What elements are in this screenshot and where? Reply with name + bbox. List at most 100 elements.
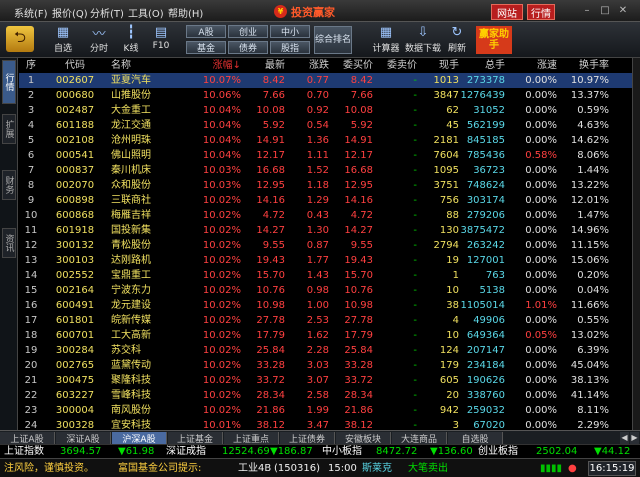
header-bid[interactable]: 委买价	[329, 58, 373, 73]
side-tab-quotes[interactable]: 行情	[2, 60, 16, 104]
vertical-scrollbar[interactable]	[632, 58, 640, 430]
market-fund[interactable]: 基金	[186, 41, 226, 54]
kline-button[interactable]: ┇ K线	[114, 24, 148, 56]
total-volume: 5138	[479, 285, 505, 296]
tab-right-icon[interactable]: ▶	[630, 432, 639, 444]
market-index-futures[interactable]: 股指	[270, 41, 310, 54]
sme-index-name[interactable]: 中小板指	[322, 446, 362, 458]
header-code[interactable]: 代码	[45, 58, 105, 73]
table-row[interactable]: 12 300132 青松股份 10.02% 9.55 0.87 9.55 - 2794 26324…	[19, 238, 632, 253]
side-tab-news[interactable]: 资讯	[2, 228, 16, 258]
intraday-button[interactable]: 〰 分时	[82, 24, 116, 56]
tab-watchlist[interactable]: 自选股	[448, 432, 503, 445]
header-current-volume[interactable]: 现手	[417, 58, 459, 73]
minimize-icon[interactable]: –	[580, 4, 594, 18]
table-row[interactable]: 2 000680 山推股份 10.06% 7.66 0.70 7.66 - 3847 127643…	[19, 88, 632, 103]
menu-help[interactable]: 帮助(H)	[168, 5, 203, 20]
market-sme[interactable]: 中小	[270, 25, 310, 38]
tab-dalian[interactable]: 大连商品	[392, 432, 447, 445]
back-icon[interactable]: ⮌	[6, 26, 34, 52]
header-total-volume[interactable]: 总手	[459, 58, 505, 73]
refresh-button[interactable]: ↻ 刷新	[440, 24, 474, 56]
tab-sz-a[interactable]: 深证A股	[56, 432, 111, 445]
close-icon[interactable]: ✕	[616, 4, 630, 18]
table-row[interactable]: 17 601801 皖新传媒 10.02% 27.78 2.53 27.78 - 4 49906 0…	[19, 313, 632, 328]
turnover-rate: 0.20%	[577, 270, 609, 281]
table-row[interactable]: 5 002108 沧州明珠 10.04% 14.91 1.36 14.91 - 2181 8451…	[19, 133, 632, 148]
f10-button[interactable]: ▤ F10	[144, 24, 178, 56]
header-ask[interactable]: 委卖价	[373, 58, 417, 73]
chinext-index-name[interactable]: 创业板指	[478, 446, 518, 458]
market-bond[interactable]: 债券	[228, 41, 268, 54]
sz-index-name[interactable]: 深证成指	[166, 446, 206, 458]
combined-ranking-button[interactable]: 综合排名	[314, 26, 352, 54]
price-change: 1.00	[306, 300, 329, 311]
menu-tools[interactable]: 工具(O)	[128, 5, 164, 20]
header-change[interactable]: 涨跌	[285, 58, 329, 73]
table-row[interactable]: 1 002607 亚夏汽车 10.07% 8.42 0.77 8.42 - 1013 273378…	[19, 73, 632, 88]
market-a-share[interactable]: A股	[186, 25, 226, 38]
table-row[interactable]: 18 600701 工大高新 10.02% 17.79 1.62 17.79 - 10 64936…	[19, 328, 632, 343]
header-index[interactable]: 序	[19, 58, 43, 73]
menu-analysis[interactable]: 分析(T)	[90, 5, 124, 20]
table-row[interactable]: 21 300475 聚隆科技 10.02% 33.72 3.07 33.72 - 605 1906…	[19, 373, 632, 388]
calculator-button[interactable]: ▦ 计算器	[366, 24, 406, 56]
table-row[interactable]: 6 000541 佛山照明 10.04% 12.17 1.11 12.17 - 7604 7854…	[19, 148, 632, 163]
ask-price: -	[413, 150, 417, 161]
download-button[interactable]: ⇩ 数据下载	[402, 24, 444, 56]
table-row[interactable]: 7 000837 秦川机床 10.03% 16.68 1.52 16.68 - 1095 3672…	[19, 163, 632, 178]
table-row[interactable]: 8 002070 众和股份 10.03% 12.95 1.18 12.95 - 3751 7486…	[19, 178, 632, 193]
table-row[interactable]: 14 002552 宝鼎重工 10.02% 15.70 1.43 15.70 - 1 763 0.0…	[19, 268, 632, 283]
tab-hs-a[interactable]: 沪深A股	[112, 432, 167, 445]
last-price: 17.79	[256, 330, 285, 341]
table-row[interactable]: 20 002765 蓝黛传动 10.02% 33.28 3.03 33.28 - 179 2341…	[19, 358, 632, 373]
table-row[interactable]: 13 300103 达刚路机 10.02% 19.43 1.77 19.43 - 19 12700…	[19, 253, 632, 268]
row-index: 13	[24, 255, 38, 266]
menu-bar: 系统(F) 报价(Q) 分析(T) 工具(O) 帮助(H) ¥ 投资赢家 网站 …	[0, 0, 640, 22]
market-chinext[interactable]: 创业	[228, 25, 268, 38]
pct-change: 10.02%	[202, 345, 241, 356]
table-row[interactable]: 22 603227 雪峰科技 10.02% 28.34 2.58 28.34 - 20 33876…	[19, 388, 632, 403]
tab-left-icon[interactable]: ◀	[620, 432, 629, 444]
side-tab-finance[interactable]: 财务	[2, 170, 16, 200]
tab-sh-a[interactable]: 上证A股	[0, 432, 55, 445]
fund-notice[interactable]: 富国基金公司提示:	[118, 462, 201, 475]
table-row[interactable]: 9 600898 三联商社 10.02% 14.16 1.29 14.16 - 756 30317…	[19, 193, 632, 208]
table-row[interactable]: 10 600868 梅雁吉祥 10.02% 4.72 0.43 4.72 - 88 279206 0…	[19, 208, 632, 223]
pct-change: 10.02%	[202, 330, 241, 341]
stock-code: 300004	[55, 405, 95, 416]
turnover-rate: 1.44%	[577, 165, 609, 176]
header-turnover[interactable]: 换手率	[557, 58, 609, 73]
table-row[interactable]: 19 300284 苏交科 10.02% 25.84 2.28 25.84 - 124 20714…	[19, 343, 632, 358]
bid-price: 10.08	[344, 105, 373, 116]
side-tab-extended[interactable]: 扩展	[2, 114, 16, 144]
menu-system[interactable]: 系统(F)	[14, 5, 48, 20]
tab-sh-key[interactable]: 上证重点	[224, 432, 279, 445]
header-last[interactable]: 最新	[241, 58, 285, 73]
alert-icon[interactable]: ●	[568, 462, 577, 475]
price-change: 2.58	[306, 390, 329, 401]
website-button[interactable]: 网站	[491, 4, 523, 20]
table-row[interactable]: 3 002487 大金重工 10.04% 10.08 0.92 10.08 - 62 31052 0…	[19, 103, 632, 118]
menu-quote[interactable]: 报价(Q)	[52, 5, 88, 20]
header-name[interactable]: 名称	[111, 58, 181, 73]
tab-anhui[interactable]: 安徽板块	[336, 432, 391, 445]
last-price: 16.68	[256, 165, 285, 176]
kline-label: K线	[123, 44, 139, 54]
tab-sh-bond[interactable]: 上证债券	[280, 432, 335, 445]
table-row[interactable]: 23 300004 南风股份 10.02% 21.86 1.99 21.86 - 942 2590…	[19, 403, 632, 418]
table-row[interactable]: 16 600491 龙元建设 10.02% 10.98 1.00 10.98 - 38 11050…	[19, 298, 632, 313]
stock-name: 雪峰科技	[111, 390, 151, 401]
quote-button[interactable]: 行情	[527, 4, 555, 20]
watchlist-button[interactable]: ▦ 自选	[46, 24, 80, 56]
rise-speed: 1.01%	[525, 300, 557, 311]
maximize-icon[interactable]: □	[598, 4, 612, 18]
header-pct-change[interactable]: 涨幅↓	[183, 58, 241, 73]
table-row[interactable]: 15 002164 宁波东力 10.02% 10.76 0.98 10.76 - 10 5138 0…	[19, 283, 632, 298]
winner-assistant-button[interactable]: 赢家助手	[476, 26, 512, 54]
table-row[interactable]: 4 601188 龙江交通 10.04% 5.92 0.54 5.92 - 45 562199 0.…	[19, 118, 632, 133]
header-speed[interactable]: 涨速	[505, 58, 557, 73]
table-row[interactable]: 11 601918 国投新集 10.02% 14.27 1.30 14.27 - 130 3875…	[19, 223, 632, 238]
sh-index-name[interactable]: 上证指数	[4, 446, 44, 458]
tab-sh-fund[interactable]: 上证基金	[168, 432, 223, 445]
